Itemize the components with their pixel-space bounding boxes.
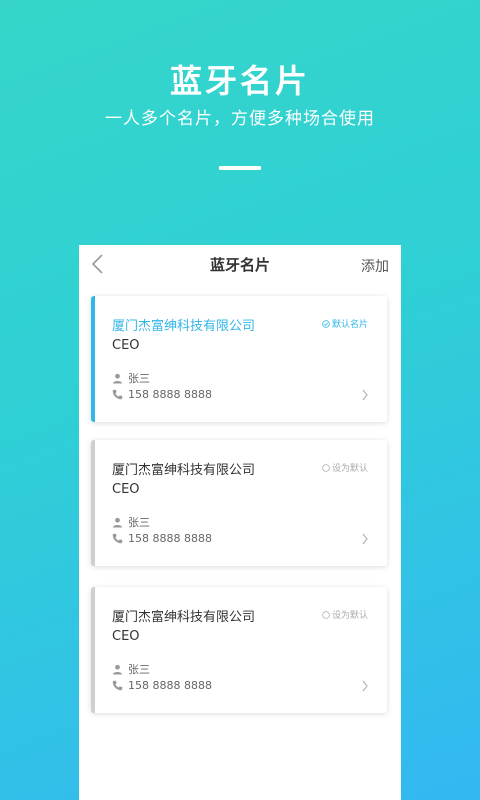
hero-subtitle: 一人多个名片，方便多种场合使用 [105, 109, 375, 129]
card-company: 厦门杰富绅科技有限公司 [112, 319, 256, 334]
check-circle-icon [322, 319, 330, 328]
card-contact-name: 张三 [128, 516, 150, 529]
card-accent-bar [91, 587, 95, 713]
card-contact-name: 张三 [128, 663, 150, 676]
phone-icon [112, 389, 123, 400]
card-name-row: 张三 [112, 514, 150, 530]
set-default-tag[interactable]: 设为默认 [322, 608, 368, 621]
card-phone-number: 158 8888 8888 [128, 679, 212, 692]
radio-circle-icon [322, 463, 330, 472]
card-phone-row: 158 8888 8888 [112, 388, 212, 401]
card-phone-number: 158 8888 8888 [128, 532, 212, 545]
set-default-tag[interactable]: 设为默认 [322, 461, 368, 474]
card-name-row: 张三 [112, 370, 150, 386]
card-item[interactable]: 厦门杰富绅科技有限公司 设为默认 CEO 张三 158 8888 8888 [91, 587, 387, 713]
card-phone-row: 158 8888 8888 [112, 532, 212, 545]
card-company: 厦门杰富绅科技有限公司 [112, 610, 256, 625]
chevron-right-icon [362, 533, 368, 545]
card-accent-bar [91, 296, 95, 422]
default-tag-label: 默认名片 [331, 320, 368, 330]
card-item[interactable]: 厦门杰富绅科技有限公司 设为默认 CEO 张三 158 8888 8888 [91, 440, 387, 566]
phone-icon [112, 533, 123, 544]
chevron-right-icon [362, 389, 368, 401]
person-icon [112, 517, 123, 528]
add-button[interactable]: 添加 [361, 256, 389, 276]
card-phone-number: 158 8888 8888 [128, 388, 212, 401]
radio-circle-icon [322, 610, 330, 619]
person-icon [112, 664, 123, 675]
set-default-label: 设为默认 [331, 464, 368, 474]
card-position: CEO [112, 629, 140, 644]
person-icon [112, 373, 123, 384]
hero-title: 蓝牙名片 [169, 62, 310, 100]
card-accent-bar [91, 440, 95, 566]
nav-bar: 蓝牙名片 添加 [79, 245, 401, 283]
set-default-label: 设为默认 [331, 611, 368, 621]
phone-icon [112, 680, 123, 691]
hero-divider [219, 166, 261, 170]
card-company: 厦门杰富绅科技有限公司 [112, 463, 256, 478]
card-item[interactable]: 厦门杰富绅科技有限公司 默认名片 CEO 张三 158 8888 8888 [91, 296, 387, 422]
card-phone-row: 158 8888 8888 [112, 679, 212, 692]
card-position: CEO [112, 482, 140, 497]
card-name-row: 张三 [112, 661, 150, 677]
card-position: CEO [112, 338, 140, 353]
phone-screen: 蓝牙名片 添加 厦门杰富绅科技有限公司 默认名片 CEO 张三 158 8888… [79, 245, 401, 800]
chevron-right-icon [362, 680, 368, 692]
default-card-tag[interactable]: 默认名片 [322, 317, 368, 330]
nav-title: 蓝牙名片 [209, 256, 270, 274]
card-contact-name: 张三 [128, 372, 150, 385]
